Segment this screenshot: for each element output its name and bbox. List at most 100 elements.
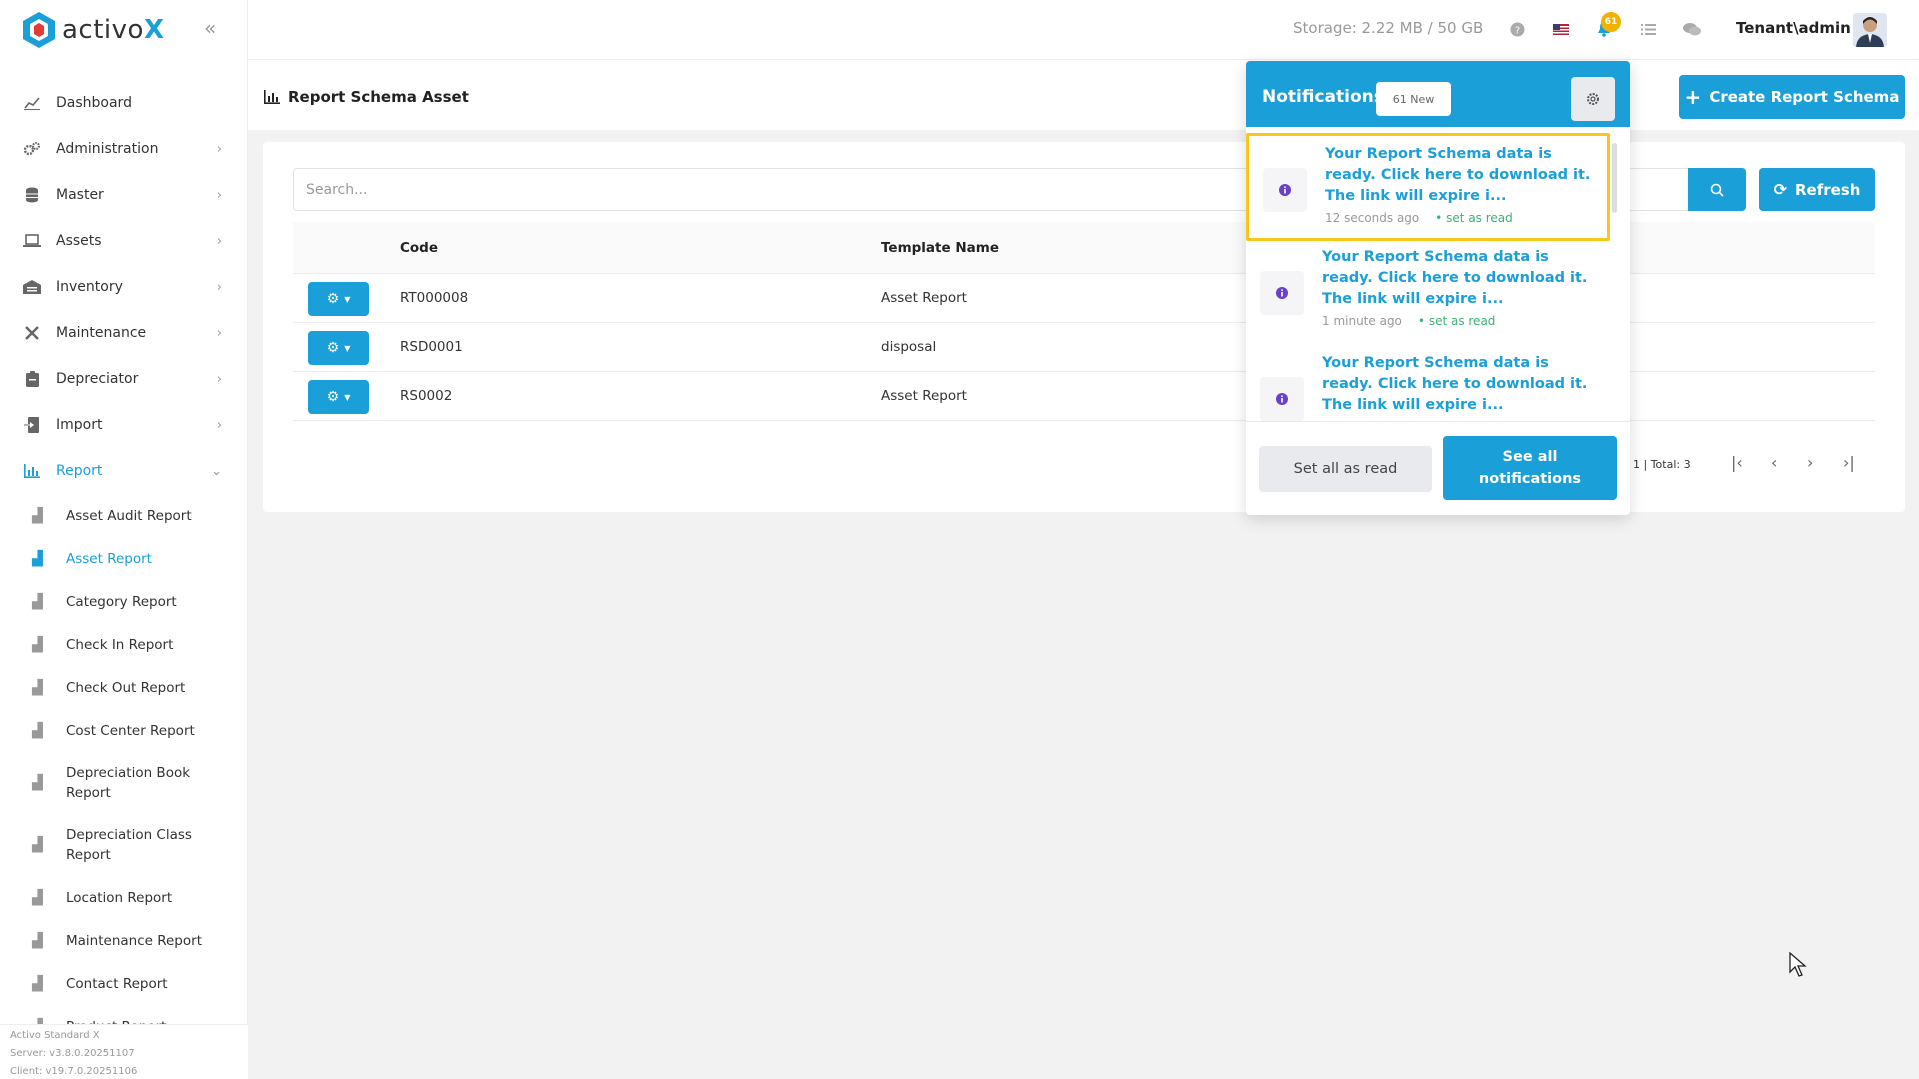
chevron-down-icon: ⌄ [211, 463, 222, 479]
clipboard-icon [22, 369, 42, 389]
notification-meta: 1 minute ago • set as read [1322, 314, 1495, 328]
sidebar-item-label: Depreciator [56, 371, 139, 387]
sidebar-item-label: Inventory [56, 279, 123, 295]
notifications-list[interactable]: Your Report Schema data is ready. Click … [1246, 131, 1630, 471]
set-as-read-link[interactable]: • set as read [1435, 211, 1513, 225]
cell-template-name: disposal [881, 339, 937, 355]
refresh-button[interactable]: ⟳ Refresh [1759, 168, 1875, 211]
row-action-button[interactable]: ⚙ ▼ [308, 380, 369, 414]
bar-chart-icon: ▟ [32, 889, 43, 906]
sidebar-item-assets[interactable]: Assets › [0, 218, 248, 264]
caret-down-icon: ▼ [344, 392, 351, 402]
sidebar-subitem-maintenance-report[interactable]: ▟ Maintenance Report [0, 919, 248, 962]
file-import-icon [22, 415, 42, 435]
chat-icon[interactable] [1681, 18, 1703, 40]
pagination: 1 | Total: 3 |‹ ‹ › ›| [1633, 452, 1873, 476]
product-version: Activo Standard X [10, 1030, 100, 1041]
version-info: Activo Standard X Server: v3.8.0.2025110… [0, 1024, 248, 1079]
info-icon [1263, 168, 1307, 212]
sidebar-subitem-check-in-report[interactable]: ▟ Check In Report [0, 623, 248, 666]
sidebar-item-report[interactable]: Report ⌄ [0, 448, 248, 494]
set-all-as-read-button[interactable]: Set all as read [1259, 446, 1432, 492]
sidebar-subitem-contact-report[interactable]: ▟ Contact Report [0, 962, 248, 1005]
bar-chart-icon: ▟ [32, 775, 43, 791]
table-row: ⚙ ▼ RT000008 Asset Report [293, 274, 1875, 323]
bar-chart-icon: ▟ [32, 722, 43, 739]
sidebar-item-maintenance[interactable]: Maintenance › [0, 310, 248, 356]
table-row: ⚙ ▼ RS0002 Asset Report [293, 372, 1875, 421]
info-icon [1260, 377, 1304, 421]
sidebar-subitem-check-out-report[interactable]: ▟ Check Out Report [0, 666, 248, 709]
notification-item[interactable]: Your Report Schema data is ready. Click … [1246, 239, 1610, 347]
sidebar-subitem-label: Maintenance Report [66, 932, 202, 949]
chevron-right-icon: › [216, 417, 222, 433]
task-list-icon[interactable] [1637, 18, 1659, 40]
sidebar-subitem-depreciation-book-report[interactable]: ▟ Depreciation Book Report [0, 752, 248, 814]
row-action-button[interactable]: ⚙ ▼ [308, 282, 369, 316]
sidebar-item-administration[interactable]: Administration › [0, 126, 248, 172]
see-all-notifications-button[interactable]: See all notifications [1443, 436, 1617, 500]
notification-time: 12 seconds ago [1325, 211, 1420, 225]
table-header: Code Template Name [293, 222, 1875, 274]
create-label: Create Report Schema [1709, 88, 1900, 106]
sidebar-subitem-cost-center-report[interactable]: ▟ Cost Center Report [0, 709, 248, 752]
sidebar-subitem-location-report[interactable]: ▟ Location Report [0, 876, 248, 919]
client-version: Client: v19.7.0.20251106 [10, 1066, 138, 1077]
gears-icon [22, 139, 42, 159]
notification-item[interactable]: Your Report Schema data is ready. Click … [1246, 133, 1610, 241]
report-submenu: ▟ Asset Audit Report ▟ Asset Report ▟ Categ… [0, 494, 248, 1048]
notification-meta: 12 seconds ago • set as read [1325, 211, 1513, 225]
report-schema-table: Code Template Name ⚙ ▼ RT000008 Asset Rep… [293, 222, 1875, 421]
notifications-scrollbar[interactable] [1612, 143, 1617, 213]
cell-template-name: Asset Report [881, 290, 967, 306]
page-header: Report Schema Asset + Create Report Sche… [248, 60, 1919, 130]
sidebar-item-label: Master [56, 187, 104, 203]
page-title: Report Schema Asset [264, 88, 469, 106]
user-name[interactable]: Tenant\admin [1736, 19, 1851, 37]
sidebar: activoX « Dashboard Administration › Mas… [0, 0, 248, 1079]
sidebar-item-inventory[interactable]: Inventory › [0, 264, 248, 310]
chevron-right-icon: › [216, 371, 222, 387]
first-page-icon[interactable]: |‹ [1731, 453, 1743, 472]
row-action-button[interactable]: ⚙ ▼ [308, 331, 369, 365]
column-header-code[interactable]: Code [400, 240, 438, 256]
collapse-sidebar-icon[interactable]: « [204, 16, 216, 40]
cell-template-name: Asset Report [881, 388, 967, 404]
sidebar-subitem-asset-report[interactable]: ▟ Asset Report [0, 537, 248, 580]
sidebar-subitem-depreciation-class-report[interactable]: ▟ Depreciation Class Report [0, 814, 248, 876]
bar-chart-icon: ▟ [32, 593, 43, 610]
next-page-icon[interactable]: › [1807, 453, 1813, 472]
tools-icon [22, 323, 42, 343]
chevron-right-icon: › [216, 279, 222, 295]
sidebar-item-depreciator[interactable]: Depreciator › [0, 356, 248, 402]
logo[interactable]: activoX [22, 10, 165, 50]
svg-text:?: ? [1514, 25, 1519, 36]
create-report-schema-button[interactable]: + Create Report Schema [1679, 75, 1905, 119]
notification-time: 1 minute ago [1322, 314, 1402, 328]
database-icon [22, 185, 42, 205]
notification-settings-button[interactable] [1571, 77, 1615, 121]
set-as-read-link[interactable]: • set as read [1418, 314, 1496, 328]
topbar: Storage: 2.22 MB / 50 GB ? 61 Tenant\adm… [248, 0, 1919, 60]
sidebar-item-import[interactable]: Import › [0, 402, 248, 448]
last-page-icon[interactable]: ›| [1843, 453, 1855, 472]
sidebar-subitem-category-report[interactable]: ▟ Category Report [0, 580, 248, 623]
bar-chart-icon [264, 90, 280, 104]
notification-text: Your Report Schema data is ready. Click … [1322, 355, 1588, 413]
help-icon[interactable]: ? [1506, 18, 1528, 40]
us-flag-icon[interactable] [1550, 18, 1572, 40]
sidebar-item-label: Import [56, 417, 103, 433]
avatar[interactable] [1853, 13, 1887, 47]
cell-code: RT000008 [400, 290, 469, 306]
sidebar-item-dashboard[interactable]: Dashboard [0, 80, 248, 126]
column-header-template-name[interactable]: Template Name [881, 240, 999, 256]
server-version: Server: v3.8.0.20251107 [10, 1048, 135, 1059]
sidebar-subitem-asset-audit-report[interactable]: ▟ Asset Audit Report [0, 494, 248, 537]
logo-hex-icon [22, 11, 56, 49]
sidebar-subitem-label: Depreciation Book Report [66, 765, 191, 801]
prev-page-icon[interactable]: ‹ [1771, 453, 1777, 472]
sidebar-item-master[interactable]: Master › [0, 172, 248, 218]
search-button[interactable] [1688, 168, 1746, 211]
page-title-text: Report Schema Asset [288, 88, 469, 106]
sidebar-item-label: Maintenance [56, 325, 147, 341]
